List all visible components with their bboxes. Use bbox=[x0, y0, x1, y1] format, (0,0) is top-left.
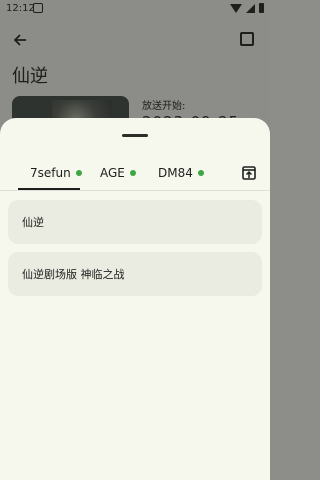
page-title: 仙逆 bbox=[12, 66, 48, 87]
signal-icon bbox=[246, 3, 255, 13]
tab-label: 7sefun bbox=[30, 166, 71, 180]
tabs-divider bbox=[0, 190, 270, 191]
notification-icon bbox=[33, 3, 43, 13]
open-external-icon[interactable] bbox=[240, 32, 254, 46]
status-time: 12:12 bbox=[6, 3, 35, 14]
list-item[interactable]: 仙逆剧场版 神临之战 bbox=[8, 252, 262, 296]
status-bar: 12:12 bbox=[0, 0, 270, 18]
result-title: 仙逆 bbox=[22, 216, 44, 229]
broadcast-label: 放送开始: bbox=[142, 101, 186, 112]
list-item[interactable]: 仙逆 bbox=[8, 200, 262, 244]
status-dot-icon bbox=[129, 170, 136, 176]
wifi-icon bbox=[230, 3, 242, 13]
battery-icon bbox=[259, 3, 264, 13]
tab-7sefun[interactable]: 7sefun bbox=[30, 158, 82, 188]
source-tabs: 7sefun AGE DM84 bbox=[0, 158, 270, 188]
open-in-browser-icon[interactable] bbox=[242, 166, 256, 180]
tab-label: DM84 bbox=[158, 166, 193, 180]
status-dot-icon bbox=[197, 170, 204, 176]
source-bottom-sheet: 7sefun AGE DM84 仙逆 仙逆剧场版 神临之战 bbox=[0, 118, 270, 480]
result-title: 仙逆剧场版 神临之战 bbox=[22, 268, 125, 281]
tab-age[interactable]: AGE bbox=[100, 158, 136, 188]
back-arrow-icon[interactable] bbox=[12, 32, 28, 48]
status-icons bbox=[230, 3, 264, 13]
status-dot-icon bbox=[75, 170, 82, 176]
search-results-list: 仙逆 仙逆剧场版 神临之战 bbox=[8, 200, 262, 304]
tab-dm84[interactable]: DM84 bbox=[158, 158, 204, 188]
drag-handle[interactable] bbox=[122, 134, 148, 137]
tab-label: AGE bbox=[100, 166, 125, 180]
